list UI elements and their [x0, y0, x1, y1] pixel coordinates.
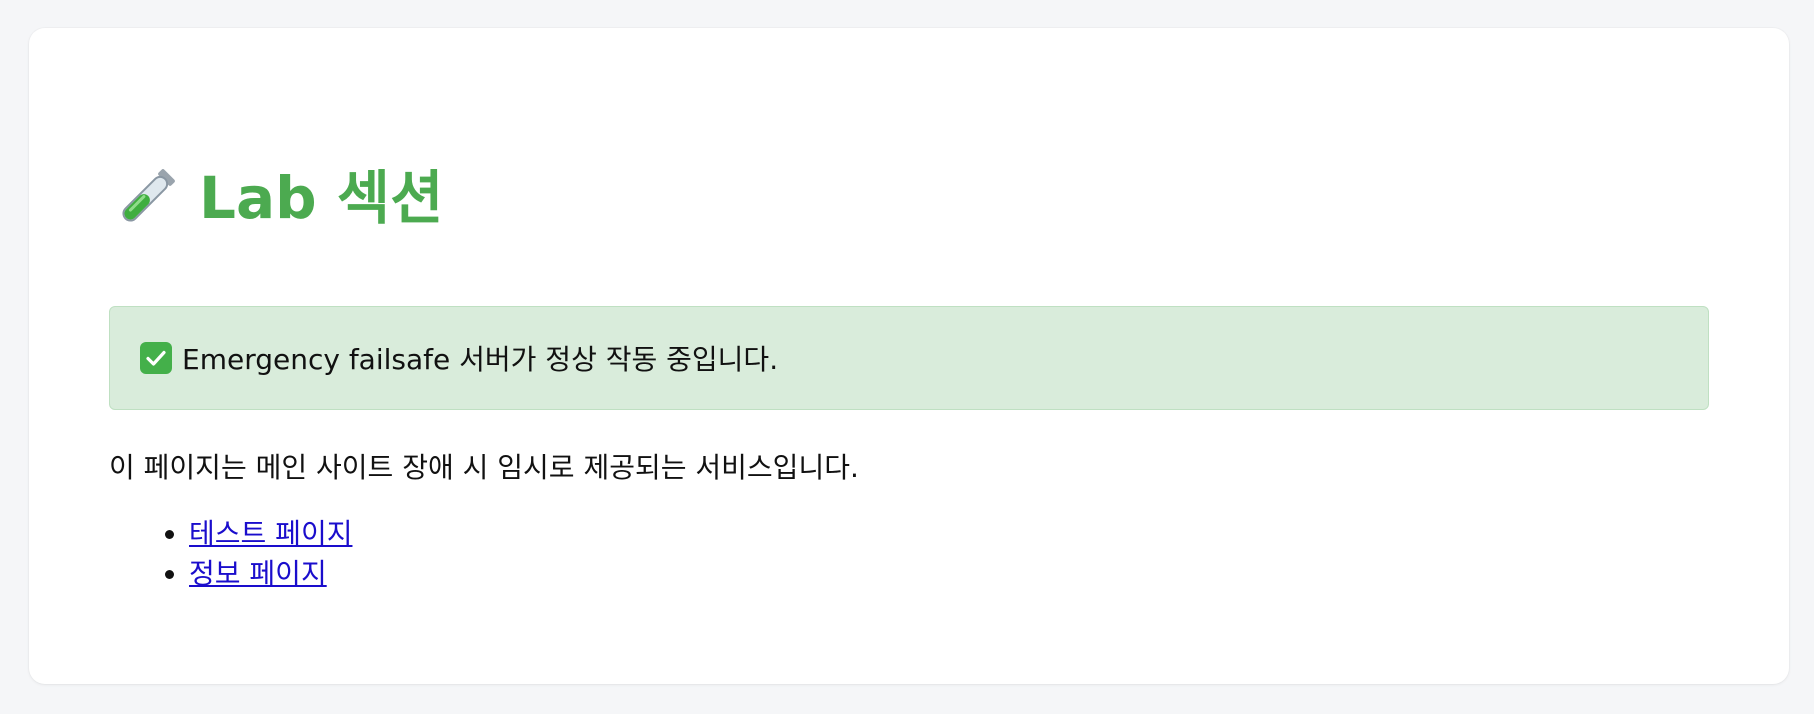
page-description: 이 페이지는 메인 사이트 장애 시 임시로 제공되는 서비스입니다. — [109, 451, 859, 484]
status-alert-message: Emergency failsafe 서버가 정상 작동 중입니다. — [182, 343, 779, 376]
status-alert: Emergency failsafe 서버가 정상 작동 중입니다. — [109, 306, 1709, 410]
test-tube-icon — [109, 161, 183, 235]
list-item: 테스트 페이지 — [189, 514, 352, 554]
page-title: Lab 섹션 — [109, 156, 1709, 240]
link-list: 테스트 페이지 정보 페이지 — [109, 514, 352, 594]
info-page-link[interactable]: 정보 페이지 — [189, 557, 327, 590]
content-card: Lab 섹션 Emergency failsafe 서버가 정상 작동 중입니다… — [29, 28, 1789, 684]
page-title-text: Lab 섹션 — [199, 164, 444, 232]
content-area: Lab 섹션 Emergency failsafe 서버가 정상 작동 중입니다… — [109, 156, 1709, 590]
list-item: 정보 페이지 — [189, 554, 352, 594]
check-mark-icon — [140, 342, 172, 374]
test-page-link[interactable]: 테스트 페이지 — [189, 517, 352, 550]
